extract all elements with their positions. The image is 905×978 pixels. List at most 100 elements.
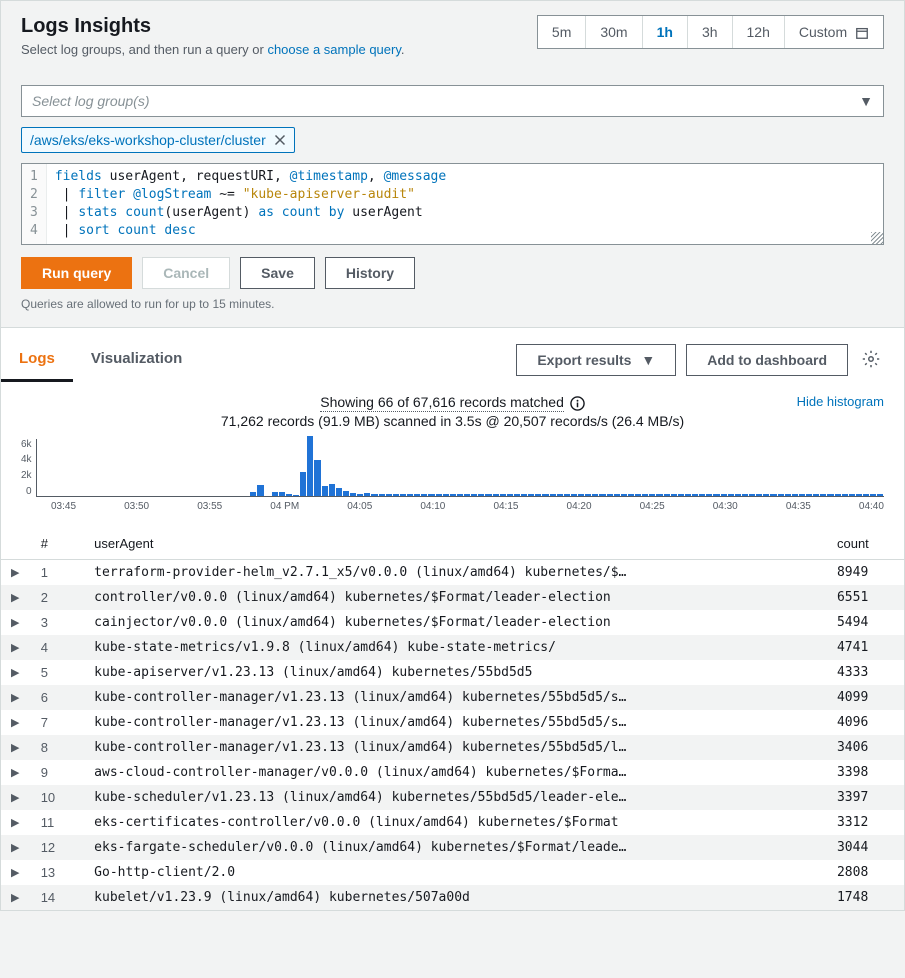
tab-logs[interactable]: Logs [1, 338, 73, 382]
histogram-bar[interactable] [485, 494, 491, 496]
histogram-bar[interactable] [870, 494, 876, 496]
tab-visualization[interactable]: Visualization [73, 338, 200, 382]
histogram-bar[interactable] [792, 494, 798, 496]
expand-row-icon[interactable]: ▶ [1, 835, 31, 860]
table-row[interactable]: ▶13Go-http-client/2.02808 [1, 860, 904, 885]
histogram-bar[interactable] [450, 494, 456, 496]
histogram-bar[interactable] [336, 488, 342, 496]
table-row[interactable]: ▶8kube-controller-manager/v1.23.13 (linu… [1, 735, 904, 760]
histogram-bar[interactable] [414, 494, 420, 496]
table-row[interactable]: ▶11eks-certificates-controller/v0.0.0 (l… [1, 810, 904, 835]
histogram-bar[interactable] [307, 436, 313, 496]
histogram-bar[interactable] [763, 494, 769, 496]
histogram-bar[interactable] [699, 494, 705, 496]
expand-row-icon[interactable]: ▶ [1, 559, 31, 585]
histogram-bar[interactable] [856, 494, 862, 496]
histogram-bar[interactable] [436, 494, 442, 496]
bars-area[interactable] [36, 439, 884, 497]
histogram-bar[interactable] [863, 494, 869, 496]
col-rownum[interactable]: # [31, 528, 84, 560]
histogram-bar[interactable] [500, 494, 506, 496]
histogram-bar[interactable] [778, 494, 784, 496]
time-range-3h[interactable]: 3h [688, 16, 733, 48]
time-range-5m[interactable]: 5m [538, 16, 586, 48]
histogram-bar[interactable] [521, 494, 527, 496]
expand-row-icon[interactable]: ▶ [1, 685, 31, 710]
histogram-bar[interactable] [756, 494, 762, 496]
sample-query-link[interactable]: choose a sample query [267, 42, 400, 57]
histogram-bar[interactable] [557, 494, 563, 496]
log-group-select[interactable]: Select log group(s) ▼ [21, 85, 884, 117]
info-icon[interactable] [570, 396, 585, 411]
histogram-bar[interactable] [428, 494, 434, 496]
expand-row-icon[interactable]: ▶ [1, 660, 31, 685]
histogram-bar[interactable] [749, 494, 755, 496]
histogram-bar[interactable] [457, 494, 463, 496]
histogram-bar[interactable] [564, 494, 570, 496]
expand-row-icon[interactable]: ▶ [1, 810, 31, 835]
table-row[interactable]: ▶14kubelet/v1.23.9 (linux/amd64) kuberne… [1, 885, 904, 910]
histogram-bar[interactable] [350, 493, 356, 496]
table-row[interactable]: ▶7kube-controller-manager/v1.23.13 (linu… [1, 710, 904, 735]
expand-row-icon[interactable]: ▶ [1, 885, 31, 910]
histogram-bar[interactable] [649, 494, 655, 496]
histogram-bar[interactable] [471, 494, 477, 496]
histogram-bar[interactable] [528, 494, 534, 496]
histogram-bar[interactable] [835, 494, 841, 496]
settings-button[interactable] [858, 346, 884, 375]
table-row[interactable]: ▶3cainjector/v0.0.0 (linux/amd64) kubern… [1, 610, 904, 635]
histogram-bar[interactable] [813, 494, 819, 496]
histogram-bar[interactable] [621, 494, 627, 496]
histogram-bar[interactable] [493, 494, 499, 496]
histogram-bar[interactable] [421, 494, 427, 496]
histogram-bar[interactable] [585, 494, 591, 496]
histogram-bar[interactable] [293, 495, 299, 496]
histogram-bar[interactable] [599, 494, 605, 496]
histogram-bar[interactable] [785, 494, 791, 496]
histogram-bar[interactable] [692, 494, 698, 496]
histogram-bar[interactable] [578, 494, 584, 496]
histogram-bar[interactable] [635, 494, 641, 496]
histogram-bar[interactable] [314, 460, 320, 496]
histogram-bar[interactable] [443, 494, 449, 496]
col-useragent[interactable]: userAgent [84, 528, 827, 560]
expand-row-icon[interactable]: ▶ [1, 585, 31, 610]
time-range-12h[interactable]: 12h [733, 16, 785, 48]
histogram-bar[interactable] [343, 491, 349, 496]
resize-handle[interactable] [871, 232, 883, 244]
time-range-30m[interactable]: 30m [586, 16, 642, 48]
history-button[interactable]: History [325, 257, 415, 289]
histogram-bar[interactable] [671, 494, 677, 496]
histogram-bar[interactable] [478, 494, 484, 496]
histogram-bar[interactable] [706, 494, 712, 496]
expand-row-icon[interactable]: ▶ [1, 735, 31, 760]
table-row[interactable]: ▶1terraform-provider-helm_v2.7.1_x5/v0.0… [1, 559, 904, 585]
add-to-dashboard-button[interactable]: Add to dashboard [686, 344, 848, 376]
table-row[interactable]: ▶6kube-controller-manager/v1.23.13 (linu… [1, 685, 904, 710]
col-count[interactable]: count [827, 528, 904, 560]
histogram-bar[interactable] [806, 494, 812, 496]
time-range-custom[interactable]: Custom [785, 16, 883, 48]
histogram-bar[interactable] [713, 494, 719, 496]
histogram-bar[interactable] [507, 494, 513, 496]
histogram-bar[interactable] [257, 485, 263, 496]
histogram-bar[interactable] [279, 492, 285, 496]
histogram-bar[interactable] [827, 494, 833, 496]
code-area[interactable]: fields userAgent, requestURI, @timestamp… [47, 164, 883, 244]
histogram-bar[interactable] [364, 493, 370, 496]
histogram-bar[interactable] [400, 494, 406, 496]
table-row[interactable]: ▶9aws-cloud-controller-manager/v0.0.0 (l… [1, 760, 904, 785]
histogram-bar[interactable] [678, 494, 684, 496]
histogram-bar[interactable] [642, 494, 648, 496]
histogram-bar[interactable] [728, 494, 734, 496]
histogram-bar[interactable] [685, 494, 691, 496]
histogram-bar[interactable] [542, 494, 548, 496]
table-row[interactable]: ▶5kube-apiserver/v1.23.13 (linux/amd64) … [1, 660, 904, 685]
histogram-bar[interactable] [329, 484, 335, 496]
histogram-bar[interactable] [379, 494, 385, 496]
histogram-bar[interactable] [386, 494, 392, 496]
histogram-bar[interactable] [286, 494, 292, 496]
histogram-bar[interactable] [664, 494, 670, 496]
export-results-button[interactable]: Export results ▼ [516, 344, 676, 376]
expand-row-icon[interactable]: ▶ [1, 610, 31, 635]
